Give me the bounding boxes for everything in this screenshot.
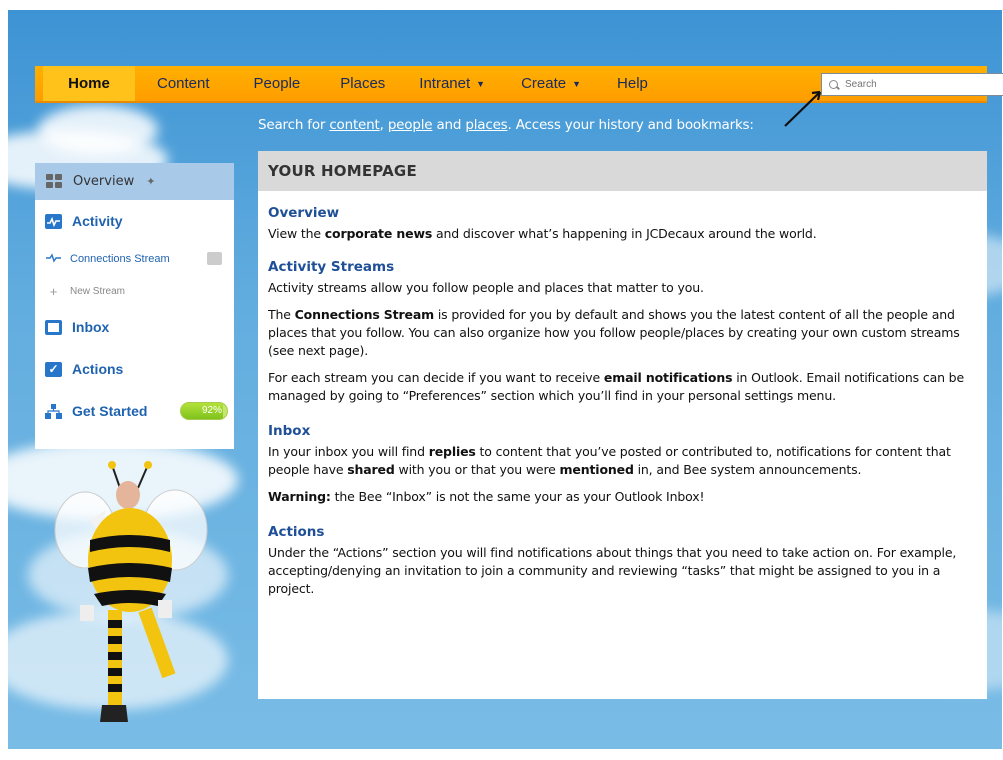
search-input[interactable] xyxy=(845,79,995,90)
pointer-arrow-icon xyxy=(784,90,822,127)
section-activity-streams: Activity Streams Activity streams allow … xyxy=(258,259,987,405)
section-text: Under the “Actions” section you will fin… xyxy=(268,545,957,596)
get-started-progress: 92% xyxy=(180,402,228,420)
sidebar-item-get-started[interactable]: Get Started 92% xyxy=(35,390,234,432)
sidebar-item-inbox[interactable]: Inbox xyxy=(35,306,234,348)
search-hint: Search for content, people and places. A… xyxy=(258,117,754,133)
section-heading: Inbox xyxy=(268,423,311,439)
section-actions: Actions Under the “Actions” section you … xyxy=(258,524,987,598)
sidebar-item-label: Inbox xyxy=(72,319,110,335)
section-text: View the corporate news and discover wha… xyxy=(268,226,817,241)
pin-icon[interactable]: ✦ xyxy=(146,175,155,188)
section-text: Warning: the Bee “Inbox” is not the same… xyxy=(268,489,705,504)
sidebar-item-connections-stream[interactable]: Connections Stream xyxy=(35,242,234,276)
link-people[interactable]: people xyxy=(388,117,433,133)
nav-help[interactable]: Help xyxy=(601,66,668,101)
sidebar-item-activity[interactable]: Activity xyxy=(35,200,234,242)
section-text: For each stream you can decide if you wa… xyxy=(268,370,965,403)
hint-prefix: Search for xyxy=(258,117,330,133)
nav-intranet-label: Intranet xyxy=(419,75,471,92)
nav-people[interactable]: People xyxy=(230,66,321,101)
sidebar-item-label: Get Started xyxy=(72,403,148,419)
sidebar-item-label: Activity xyxy=(72,213,123,229)
sidebar-item-label: Actions xyxy=(72,361,124,377)
link-places[interactable]: places xyxy=(465,117,507,133)
hierarchy-icon xyxy=(45,403,62,419)
stream-settings-toggle[interactable] xyxy=(207,252,222,265)
nav-intranet[interactable]: Intranet ▼ xyxy=(405,66,505,101)
section-text: In your inbox you will find replies to c… xyxy=(268,444,951,477)
sidebar-item-actions[interactable]: ✓ Actions xyxy=(35,348,234,390)
overview-grid-icon xyxy=(46,174,63,189)
nav-people-label: People xyxy=(253,75,301,92)
progress-label: 92% xyxy=(201,405,222,416)
link-content[interactable]: content xyxy=(329,117,379,133)
section-overview: Overview View the corporate news and dis… xyxy=(258,205,987,243)
sidebar-item-label: Overview xyxy=(73,174,135,189)
nav-home[interactable]: Home xyxy=(43,66,135,101)
nav-places-label: Places xyxy=(340,75,386,92)
checkbox-icon: ✓ xyxy=(45,361,62,377)
nav-content[interactable]: Content xyxy=(135,66,230,101)
nav-content-label: Content xyxy=(157,75,210,92)
chevron-down-icon: ▼ xyxy=(572,78,582,89)
section-heading: Actions xyxy=(268,524,325,540)
nav-create[interactable]: Create ▼ xyxy=(505,66,601,101)
sidebar-item-label: New Stream xyxy=(70,285,126,297)
main-panel: YOUR HOMEPAGE Overview View the corporat… xyxy=(258,151,987,699)
hint-suffix: . Access your history and bookmarks: xyxy=(507,117,754,133)
page-title: YOUR HOMEPAGE xyxy=(258,151,987,191)
section-text: Activity streams allow you follow people… xyxy=(268,280,704,295)
section-text: The Connections Stream is provided for y… xyxy=(268,307,960,358)
bee-mascot-image xyxy=(54,461,208,722)
hint-sep: , xyxy=(379,117,388,133)
plus-icon: + xyxy=(49,283,58,299)
sidebar-item-new-stream[interactable]: + New Stream xyxy=(35,276,234,306)
section-heading: Overview xyxy=(268,205,340,221)
section-heading: Activity Streams xyxy=(268,259,395,275)
inbox-icon xyxy=(45,319,62,335)
sidebar-item-label: Connections Stream xyxy=(70,253,170,265)
nav-help-label: Help xyxy=(617,75,648,92)
sidebar-item-overview[interactable]: Overview ✦ xyxy=(35,163,234,200)
nav-create-label: Create xyxy=(521,75,567,92)
stream-icon xyxy=(45,252,62,266)
nav-home-label: Home xyxy=(68,75,110,92)
activity-icon xyxy=(45,213,62,229)
hint-sep: and xyxy=(432,117,466,133)
nav-places[interactable]: Places xyxy=(320,66,405,101)
section-inbox: Inbox In your inbox you will find replie… xyxy=(258,423,987,506)
chevron-down-icon: ▼ xyxy=(476,78,486,89)
sidebar: Overview ✦ Activity Connections Stream +… xyxy=(35,163,234,449)
